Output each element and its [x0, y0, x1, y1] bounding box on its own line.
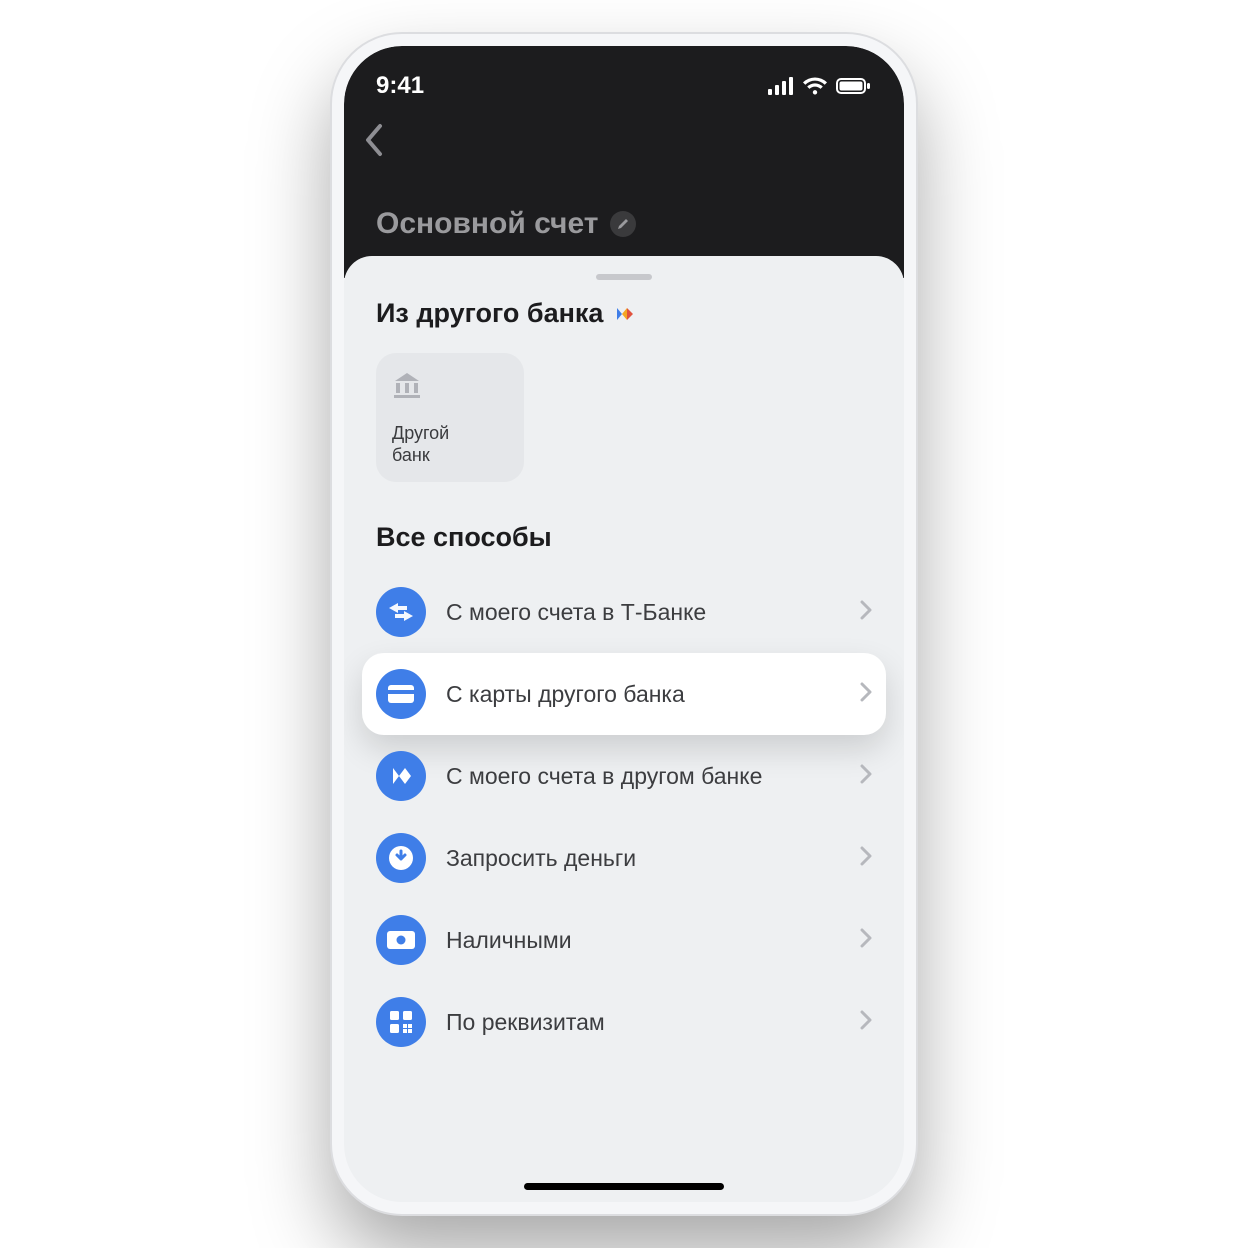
- method-label: Наличными: [446, 927, 840, 954]
- chevron-right-icon: [860, 764, 872, 789]
- bottom-sheet: Из другого банка Другой банк: [344, 256, 904, 1202]
- other-bank-tile-label: Другой банк: [392, 422, 508, 466]
- method-label: По реквизитам: [446, 1009, 840, 1036]
- chevron-right-icon: [860, 928, 872, 953]
- screen: 9:41 Основ: [344, 46, 904, 1202]
- method-label: С карты другого банка: [446, 681, 840, 708]
- bank-icon: [392, 371, 508, 404]
- method-from-my-other-bank-account[interactable]: С моего счета в другом банке: [362, 735, 886, 817]
- method-label: Запросить деньги: [446, 845, 840, 872]
- from-other-bank-label: Из другого банка: [376, 298, 603, 329]
- status-time: 9:41: [376, 72, 424, 100]
- pencil-icon: [616, 217, 630, 231]
- cash-icon: [376, 915, 426, 965]
- back-button[interactable]: [362, 145, 384, 162]
- download-circle-icon: [376, 833, 426, 883]
- chevron-right-icon: [860, 600, 872, 625]
- sheet-grabber[interactable]: [596, 274, 652, 280]
- qr-icon: [376, 997, 426, 1047]
- phone-frame: 9:41 Основ: [332, 34, 916, 1214]
- method-request-money[interactable]: Запросить деньги: [362, 817, 886, 899]
- chevron-right-icon: [860, 682, 872, 707]
- edit-account-button[interactable]: [610, 211, 636, 237]
- from-other-bank-title: Из другого банка: [344, 298, 904, 329]
- chevron-right-icon: [860, 846, 872, 871]
- transfer-icon: [376, 587, 426, 637]
- method-from-other-bank-card[interactable]: С карты другого банка: [362, 653, 886, 735]
- battery-icon: [836, 77, 872, 95]
- method-by-details[interactable]: По реквизитам: [362, 981, 886, 1063]
- wifi-icon: [802, 77, 828, 95]
- account-title: Основной счет: [376, 207, 598, 241]
- method-cash[interactable]: Наличными: [362, 899, 886, 981]
- chevron-right-icon: [860, 1010, 872, 1035]
- method-label: С моего счета в другом банке: [446, 763, 840, 790]
- methods-list: С моего счета в Т‑Банке С карты другого …: [344, 565, 904, 1063]
- header: 9:41 Основ: [344, 46, 904, 278]
- status-bar: 9:41: [344, 64, 904, 108]
- sbp-transfer-icon: [376, 751, 426, 801]
- home-indicator[interactable]: [524, 1183, 724, 1190]
- status-icons: [768, 77, 872, 95]
- all-methods-title: Все способы: [344, 482, 904, 565]
- card-icon: [376, 669, 426, 719]
- method-from-my-tbank-account[interactable]: С моего счета в Т‑Банке: [362, 571, 886, 653]
- sbp-icon: [613, 302, 637, 326]
- cellular-icon: [768, 77, 794, 95]
- method-label: С моего счета в Т‑Банке: [446, 599, 840, 626]
- other-bank-tile[interactable]: Другой банк: [376, 353, 524, 482]
